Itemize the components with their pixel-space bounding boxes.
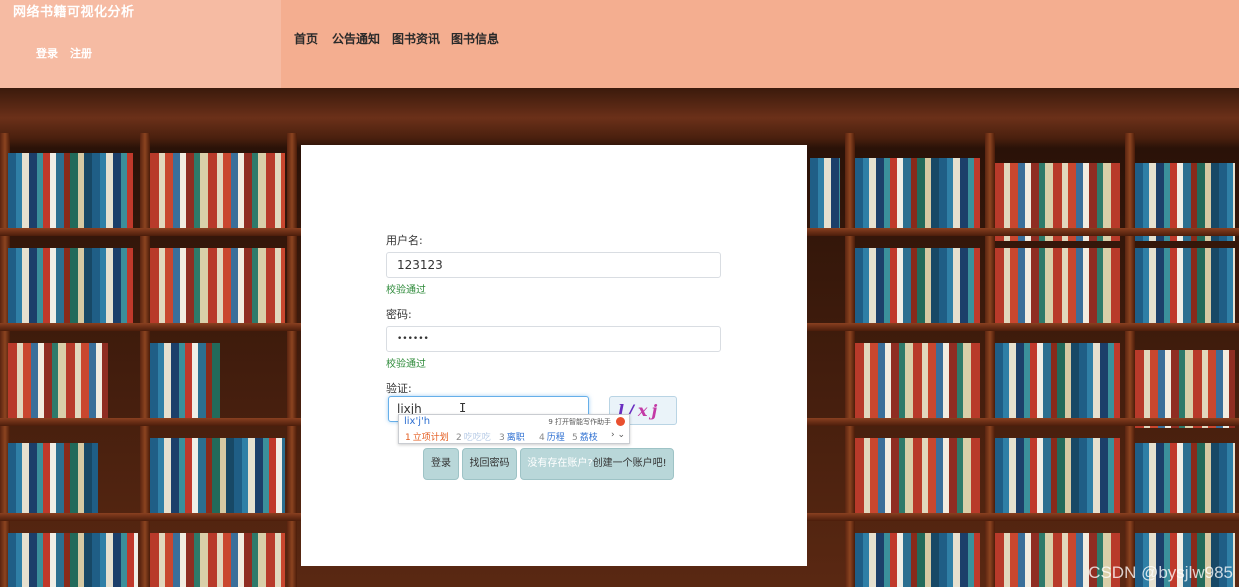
book-row bbox=[810, 158, 840, 236]
book-row bbox=[150, 343, 220, 421]
captcha-label: 验证: bbox=[386, 382, 412, 395]
book-row bbox=[855, 533, 980, 587]
brand-panel: 网络书籍可视化分析 登录 注册 bbox=[0, 0, 281, 88]
book-row bbox=[855, 438, 980, 516]
nav-book-info[interactable]: 图书信息 bbox=[451, 30, 499, 47]
ime-assistant-hint[interactable]: 9 打开智能写作助手 bbox=[548, 417, 611, 427]
ime-page-nav-icon[interactable]: › ⌄ bbox=[611, 430, 625, 440]
book-row bbox=[855, 343, 980, 421]
nav-announcements[interactable]: 公告通知 bbox=[332, 30, 380, 47]
book-row bbox=[1135, 443, 1235, 521]
create-account-button[interactable]: 没有存在账户?创建一个账户吧! bbox=[520, 448, 674, 480]
book-row bbox=[1135, 248, 1235, 326]
book-row bbox=[150, 438, 285, 516]
ime-candidate[interactable]: 1 立项计划 bbox=[405, 430, 449, 443]
login-card: 用户名: 123123 校验通过 密码: •••••• 校验通过 验证: lix… bbox=[301, 145, 807, 566]
book-row bbox=[8, 248, 133, 326]
watermark: CSDN @bysjlw985 bbox=[1088, 563, 1233, 582]
book-row bbox=[855, 248, 980, 326]
ime-candidate-popup: lix'j'h 9 打开智能写作助手 1 立项计划 2 吃吃吃 3 离职 4 历程 5荔… bbox=[398, 414, 630, 444]
ime-candidate[interactable]: 2 吃吃吃 bbox=[456, 430, 491, 443]
username-valid-hint: 校验通过 bbox=[386, 285, 426, 296]
book-row bbox=[8, 533, 138, 587]
app-title: 网络书籍可视化分析 bbox=[13, 5, 135, 20]
nav-home[interactable]: 首页 bbox=[294, 30, 318, 47]
username-label: 用户名: bbox=[386, 234, 423, 247]
ime-candidate[interactable]: 3 离职 bbox=[499, 430, 525, 443]
password-label: 密码: bbox=[386, 308, 412, 321]
book-row bbox=[995, 343, 1120, 421]
book-row bbox=[150, 153, 285, 231]
forgot-password-button[interactable]: 找回密码 bbox=[462, 448, 517, 480]
book-row bbox=[150, 248, 285, 326]
login-button[interactable]: 登录 bbox=[423, 448, 459, 480]
book-row bbox=[995, 248, 1120, 326]
ime-composition: lix'j'h bbox=[404, 416, 431, 427]
ime-candidate[interactable]: 4 历程 bbox=[539, 430, 565, 443]
nav-book-news[interactable]: 图书资讯 bbox=[392, 30, 440, 47]
book-row bbox=[8, 443, 98, 521]
register-link[interactable]: 注册 bbox=[70, 45, 92, 61]
username-input[interactable]: 123123 bbox=[386, 252, 721, 278]
top-header: 网络书籍可视化分析 登录 注册 首页 公告通知 图书资讯 图书信息 bbox=[0, 0, 1239, 88]
assistant-icon[interactable] bbox=[616, 417, 625, 426]
password-valid-hint: 校验通过 bbox=[386, 359, 426, 370]
create-account-suffix: 创建一个账户吧! bbox=[592, 458, 667, 469]
book-row bbox=[8, 343, 108, 421]
ime-candidate[interactable]: 5 荔枝 bbox=[572, 430, 598, 443]
book-row bbox=[8, 153, 133, 231]
book-row bbox=[150, 533, 285, 587]
login-link[interactable]: 登录 bbox=[36, 45, 58, 61]
password-input[interactable]: •••••• bbox=[386, 326, 721, 352]
captcha-text-2: xj bbox=[637, 401, 662, 420]
create-account-prefix: 没有存在账户? bbox=[527, 458, 593, 469]
book-row bbox=[995, 438, 1120, 516]
book-row bbox=[1135, 350, 1235, 428]
book-row bbox=[855, 158, 980, 236]
text-cursor-icon: I bbox=[459, 401, 467, 415]
